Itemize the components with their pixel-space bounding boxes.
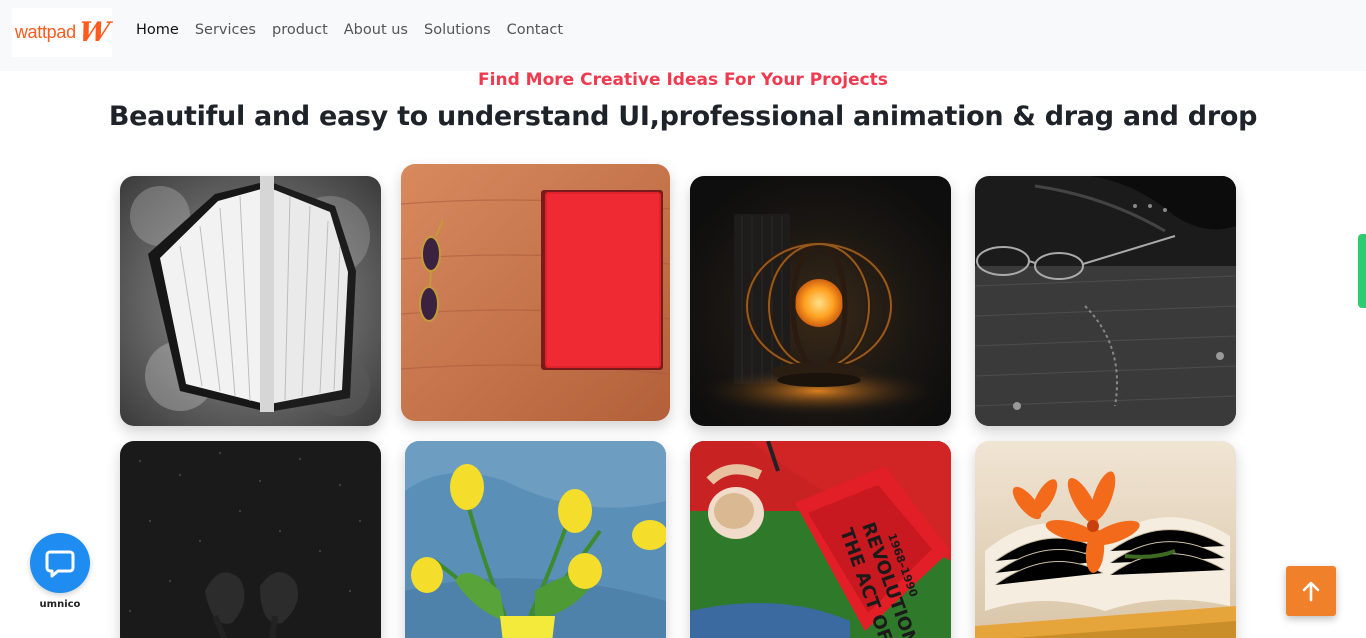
- black-roses-illustration: [120, 441, 381, 638]
- scroll-to-top-button[interactable]: [1286, 566, 1336, 616]
- section-headline: Beautiful and easy to understand UI,prof…: [108, 101, 1258, 132]
- gallery-image-reading-red-book[interactable]: THE ACT OF REVOLUTION 1968–1990: [690, 441, 951, 638]
- gallery-image-glasses-jeans[interactable]: [975, 176, 1236, 426]
- gallery-image-lily-book[interactable]: [975, 441, 1236, 638]
- brand-logo[interactable]: wattpad W: [12, 8, 112, 57]
- main-nav: Home Services product About us Solutions…: [136, 22, 563, 38]
- chat-widget-label: umnico: [39, 599, 81, 610]
- nav-product[interactable]: product: [272, 22, 328, 38]
- scrollbar-thumb[interactable]: [1358, 234, 1366, 308]
- logo-text: wattpad: [14, 22, 76, 42]
- nav-about-us[interactable]: About us: [344, 22, 408, 38]
- nav-services[interactable]: Services: [195, 22, 256, 38]
- nav-solutions[interactable]: Solutions: [424, 22, 491, 38]
- gallery-image-red-book[interactable]: [401, 164, 670, 421]
- arrow-up-icon: [1302, 581, 1320, 602]
- lamp-illustration: [690, 176, 951, 426]
- reading-illustration: THE ACT OF REVOLUTION 1968–1990: [690, 441, 951, 638]
- glasses-jeans-illustration: [975, 176, 1236, 426]
- book-open-illustration: [120, 176, 381, 426]
- navbar: wattpad W Home Services product About us…: [0, 0, 1366, 71]
- logo-mark: W: [76, 17, 112, 48]
- gallery-image-book-open[interactable]: [120, 176, 381, 426]
- red-book-illustration: [401, 164, 670, 421]
- gallery-image-black-roses[interactable]: [120, 441, 381, 638]
- section-subtitle: Find More Creative Ideas For Your Projec…: [478, 70, 888, 90]
- nav-contact[interactable]: Contact: [507, 22, 563, 38]
- tulips-illustration: [405, 441, 666, 638]
- lily-book-illustration: [975, 441, 1236, 638]
- chat-bubble-icon: [45, 550, 75, 578]
- gallery-image-lamp[interactable]: [690, 176, 951, 426]
- chat-button[interactable]: [30, 533, 90, 593]
- gallery-image-tulips[interactable]: [405, 441, 666, 638]
- nav-home[interactable]: Home: [136, 22, 179, 38]
